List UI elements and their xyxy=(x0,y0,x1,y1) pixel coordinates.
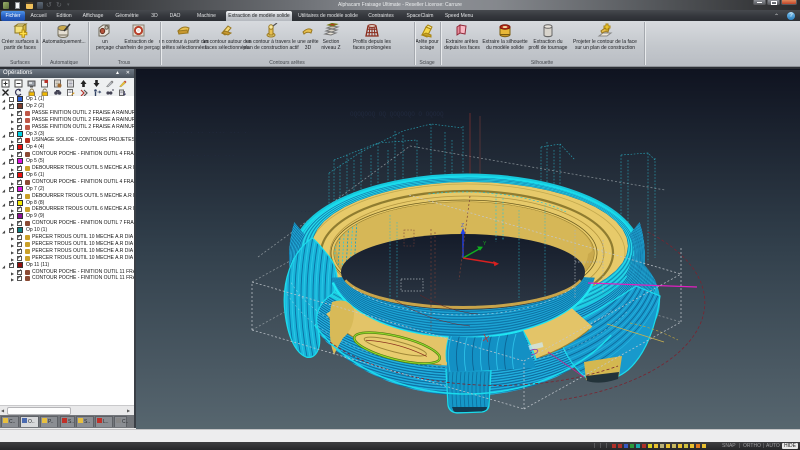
svg-text:.. ... .... ... .. .. ...: .. ... .... ... .. .. ... xyxy=(145,151,235,158)
svg-text:Z: Z xyxy=(461,223,464,229)
svg-text:... .... ... .. ..... ... .: ... .... ... .. ..... ... . xyxy=(150,128,247,135)
svg-text:OQOQOOQ OQ QOQOOQO O OQOOQ: OQOQOOQ OQ QOQOOQO O OQOOQ xyxy=(350,111,444,118)
